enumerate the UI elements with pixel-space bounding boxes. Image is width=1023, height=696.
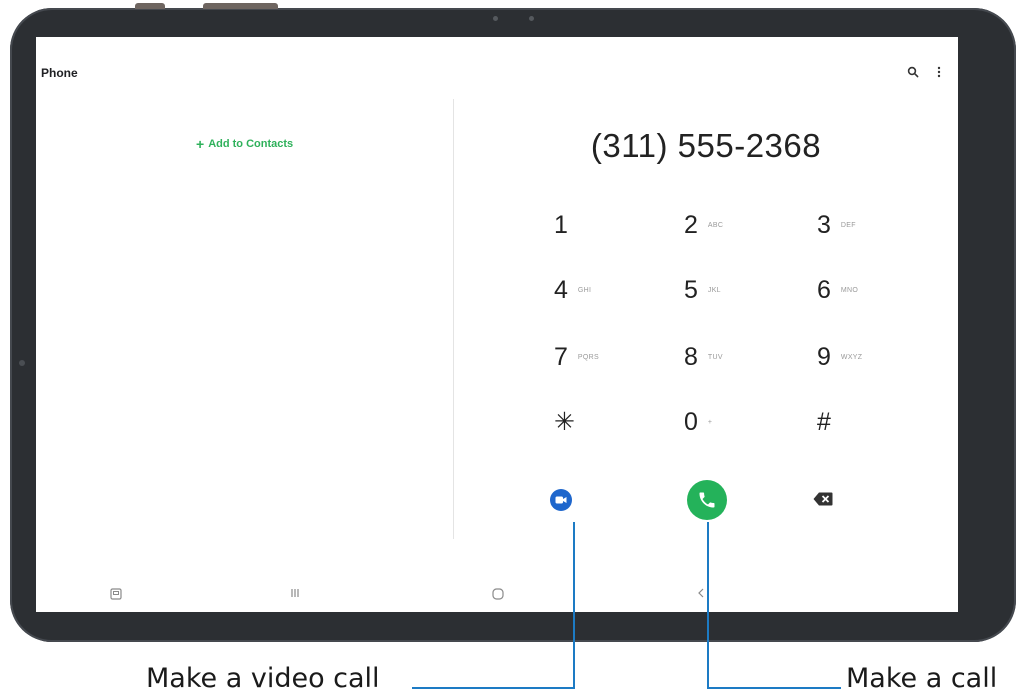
top-actions <box>906 65 946 79</box>
key-1[interactable]: 1 <box>554 210 674 254</box>
video-camera-icon <box>555 496 567 504</box>
search-icon[interactable] <box>906 65 920 79</box>
key-0[interactable]: 0 + <box>684 407 804 451</box>
key-digit: 8 <box>684 343 698 371</box>
camera <box>493 16 498 21</box>
hardware-button <box>203 3 278 9</box>
key-letters: + <box>707 419 713 426</box>
video-call-callout-leader <box>573 522 575 688</box>
video-call-callout-leader <box>412 687 575 689</box>
key-letters: ABC <box>707 222 724 229</box>
key-letters: WXYZ <box>840 354 863 361</box>
key-digit: 3 <box>817 211 831 239</box>
key-digit: 1 <box>554 211 568 239</box>
key-digit: 0 <box>684 408 698 436</box>
recent-apps-icon[interactable] <box>290 588 300 598</box>
key-5[interactable]: 5 JKL <box>684 275 804 319</box>
pane-divider <box>453 99 454 539</box>
phone-icon <box>699 492 715 508</box>
screen: Phone + Add to Contacts (311) 555-2368 1… <box>36 37 958 612</box>
call-callout-leader <box>707 687 841 689</box>
key-7[interactable]: 7 PQRS <box>554 342 674 386</box>
back-icon[interactable] <box>697 588 705 598</box>
key-digit: 4 <box>554 276 568 304</box>
key-8[interactable]: 8 TUV <box>684 342 804 386</box>
key-digit: 7 <box>554 343 568 371</box>
figure: Phone + Add to Contacts (311) 555-2368 1… <box>0 0 1023 696</box>
key-star[interactable]: ✳ <box>554 407 674 451</box>
key-digit: 5 <box>684 276 698 304</box>
key-digit: ✳ <box>554 408 575 436</box>
key-2[interactable]: 2 ABC <box>684 210 804 254</box>
plus-icon: + <box>196 136 205 152</box>
navigation-bar <box>36 580 958 612</box>
screen-capture-icon[interactable] <box>110 588 122 600</box>
key-letters: DEF <box>840 222 856 229</box>
key-9[interactable]: 9 WXYZ <box>817 342 937 386</box>
key-digit: 9 <box>817 343 831 371</box>
call-callout-label: Make a call <box>846 663 998 694</box>
hardware-button <box>135 3 165 9</box>
dialed-number: (311) 555-2368 <box>590 127 822 164</box>
key-4[interactable]: 4 GHI <box>554 275 674 319</box>
key-letters: TUV <box>707 354 723 361</box>
video-call-callout-label: Make a video call <box>146 663 380 694</box>
key-6[interactable]: 6 MNO <box>817 275 937 319</box>
key-digit: 2 <box>684 211 698 239</box>
backspace-button[interactable] <box>812 490 834 508</box>
more-options-icon[interactable] <box>932 65 946 79</box>
key-letters: PQRS <box>577 354 599 361</box>
side-sensor <box>19 360 25 366</box>
add-to-contacts-button[interactable]: + Add to Contacts <box>196 136 293 152</box>
call-button[interactable] <box>687 480 727 520</box>
app-title: Phone <box>41 66 78 80</box>
key-3[interactable]: 3 DEF <box>817 210 937 254</box>
key-hash[interactable]: # <box>817 407 937 451</box>
backspace-icon <box>813 492 833 506</box>
video-call-button[interactable] <box>550 489 572 511</box>
home-icon[interactable] <box>492 588 504 600</box>
key-letters: JKL <box>707 287 721 294</box>
key-digit: 6 <box>817 276 831 304</box>
key-digit: # <box>817 408 831 436</box>
sensor <box>529 16 534 21</box>
key-letters: MNO <box>840 287 859 294</box>
add-to-contacts-label: Add to Contacts <box>208 138 294 150</box>
call-callout-leader <box>707 522 709 688</box>
key-letters: GHI <box>577 287 592 294</box>
